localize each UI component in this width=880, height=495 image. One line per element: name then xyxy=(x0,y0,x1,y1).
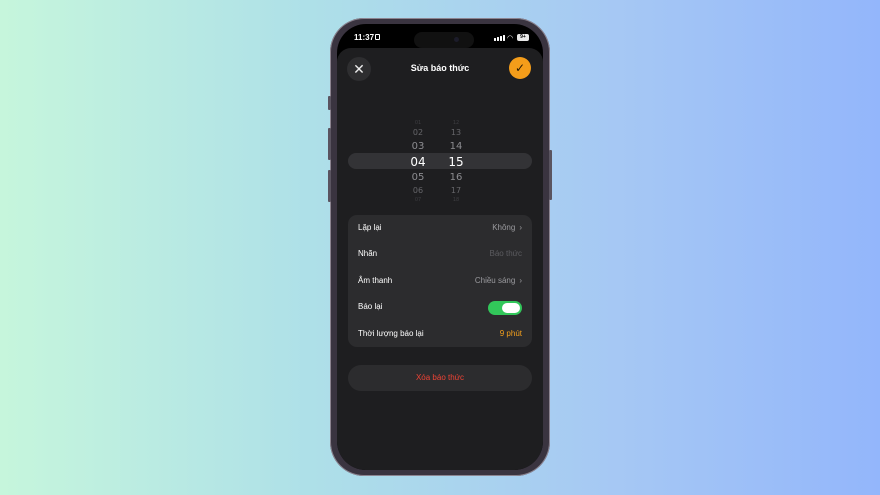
contact-card-icon xyxy=(375,34,380,40)
minute-option[interactable]: 14 xyxy=(441,141,471,152)
time-picker[interactable]: 01 02 03 04 05 06 07 12 13 14 15 16 17 1… xyxy=(337,118,543,204)
status-time: 11:37 xyxy=(354,33,375,42)
hour-option[interactable]: 07 xyxy=(403,197,433,203)
volume-down-button xyxy=(328,170,331,202)
snooze-toggle[interactable] xyxy=(488,301,522,315)
snooze-row: Báo lại xyxy=(348,294,532,320)
minute-option[interactable]: 17 xyxy=(441,186,471,195)
minute-option[interactable]: 13 xyxy=(441,128,471,137)
chevron-right-icon: › xyxy=(519,223,522,232)
repeat-value: Không › xyxy=(492,223,522,232)
snooze-duration-value[interactable]: 9 phút xyxy=(500,329,522,338)
volume-up-button xyxy=(328,128,331,160)
phone-frame: 11:37 ◠ 9+ ✕ Sửa báo thức ✓ 01 02 03 04 … xyxy=(328,18,552,476)
minute-option[interactable]: 16 xyxy=(441,172,471,183)
sound-row[interactable]: Âm thanh Chiều sáng › xyxy=(348,268,532,294)
hour-option[interactable]: 03 xyxy=(403,141,433,152)
wifi-icon: ◠ xyxy=(507,35,514,42)
delete-alarm-button[interactable]: Xóa báo thức xyxy=(348,365,532,391)
edit-alarm-sheet: ✕ Sửa báo thức ✓ 01 02 03 04 05 06 07 12 xyxy=(337,48,543,470)
action-button xyxy=(328,96,331,110)
hour-option[interactable]: 02 xyxy=(403,128,433,137)
screen: 11:37 ◠ 9+ ✕ Sửa báo thức ✓ 01 02 03 04 … xyxy=(337,24,543,470)
picker-selection-highlight xyxy=(348,153,532,169)
hour-option[interactable]: 05 xyxy=(403,172,433,183)
snooze-duration-label: Thời lượng báo lại xyxy=(358,329,424,338)
selected-minute[interactable]: 15 xyxy=(441,155,471,169)
chevron-right-icon: › xyxy=(519,276,522,285)
alarm-settings-list: Lặp lại Không › Nhãn Báo thức Âm thanh Ch… xyxy=(348,215,532,347)
selected-hour[interactable]: 04 xyxy=(403,155,433,169)
power-button xyxy=(549,150,552,200)
snooze-duration-row[interactable]: Thời lượng báo lại 9 phút xyxy=(348,321,532,347)
repeat-value-text: Không xyxy=(492,223,516,232)
checkmark-icon: ✓ xyxy=(514,61,526,75)
name-label: Nhãn xyxy=(358,249,378,258)
sound-label: Âm thanh xyxy=(358,276,393,285)
hour-option[interactable]: 01 xyxy=(403,120,433,126)
name-row[interactable]: Nhãn Báo thức xyxy=(348,241,532,267)
name-field[interactable]: Báo thức xyxy=(490,249,522,258)
sound-value: Chiều sáng › xyxy=(475,276,522,285)
cellular-signal-icon xyxy=(494,35,505,41)
hour-option[interactable]: 06 xyxy=(403,186,433,195)
minute-option[interactable]: 12 xyxy=(441,120,471,126)
battery-icon: 9+ xyxy=(517,34,529,41)
sound-value-text: Chiều sáng xyxy=(474,276,516,285)
repeat-row[interactable]: Lặp lại Không › xyxy=(348,215,532,241)
snooze-label: Báo lại xyxy=(358,302,383,311)
confirm-button[interactable]: ✓ xyxy=(509,57,531,79)
dynamic-island xyxy=(414,32,474,48)
repeat-label: Lặp lại xyxy=(358,223,382,232)
minute-option[interactable]: 18 xyxy=(441,197,471,203)
